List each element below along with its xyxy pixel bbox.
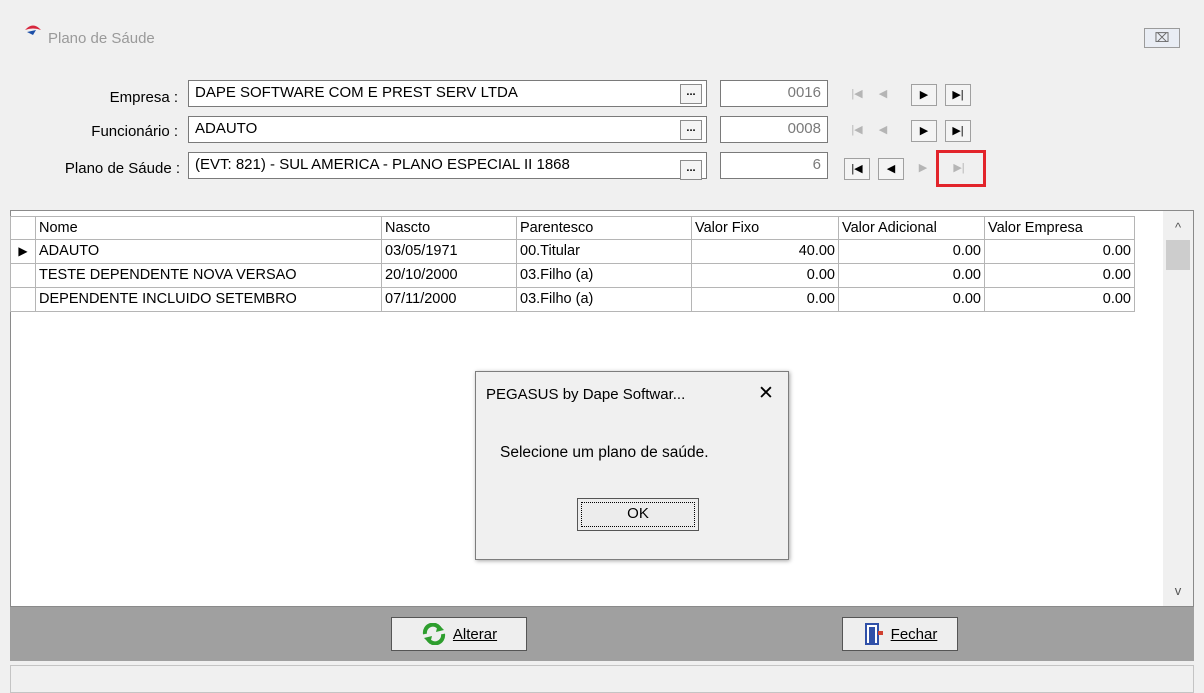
button-bar bbox=[10, 607, 1194, 661]
fechar-button[interactable]: Fechar bbox=[842, 617, 958, 651]
column-header-valor-adicional[interactable]: Valor Adicional bbox=[839, 216, 985, 240]
scroll-down-icon[interactable]: v bbox=[1168, 583, 1188, 601]
dialog-title: PEGASUS by Dape Softwar... bbox=[486, 386, 686, 403]
main-window: Plano de Sáude ⌧ Empresa : DAPE SOFTWARE… bbox=[0, 0, 1204, 693]
grid-scrollbar[interactable] bbox=[1163, 211, 1193, 606]
funcionario-lookup-button[interactable]: ... bbox=[680, 120, 702, 140]
column-header-valor-empresa[interactable]: Valor Empresa bbox=[985, 216, 1135, 240]
alterar-button[interactable]: Alterar bbox=[391, 617, 527, 651]
table-cell[interactable]: 0.00 bbox=[692, 288, 839, 312]
table-cell[interactable]: TESTE DEPENDENTE NOVA VERSAO bbox=[36, 264, 382, 288]
scroll-thumb[interactable] bbox=[1166, 240, 1190, 270]
empresa-first-icon: |◀ bbox=[851, 88, 863, 100]
plano-next-icon: ▶ bbox=[918, 162, 928, 174]
funcionario-first-icon: |◀ bbox=[851, 124, 863, 136]
grid-corner bbox=[10, 216, 36, 240]
plano-lookup-button[interactable]: ... bbox=[680, 160, 702, 180]
app-icon bbox=[25, 25, 41, 35]
table-cell[interactable]: 0.00 bbox=[839, 264, 985, 288]
alterar-label: Alterar bbox=[452, 625, 498, 643]
empresa-code-field[interactable]: 0016 bbox=[720, 80, 828, 107]
column-header-parentesco[interactable]: Parentesco bbox=[517, 216, 692, 240]
row-indicator bbox=[10, 264, 36, 288]
empresa-next-button[interactable]: ▶ bbox=[911, 84, 937, 106]
status-bar bbox=[10, 665, 1194, 693]
plano-prev-button[interactable]: ◀ bbox=[878, 158, 904, 180]
table-cell[interactable]: 03.Filho (a) bbox=[517, 264, 692, 288]
column-header-valor-fixo[interactable]: Valor Fixo bbox=[692, 216, 839, 240]
column-header-nascto[interactable]: Nascto bbox=[382, 216, 517, 240]
table-cell[interactable]: 0.00 bbox=[839, 240, 985, 264]
dialog-close-icon[interactable]: ✕ bbox=[758, 382, 774, 405]
table-cell[interactable]: 0.00 bbox=[985, 288, 1135, 312]
table-cell[interactable]: 20/10/2000 bbox=[382, 264, 517, 288]
current-row-indicator: ▶ bbox=[10, 240, 36, 264]
table-cell[interactable]: 0.00 bbox=[692, 264, 839, 288]
funcionario-last-button[interactable]: ▶| bbox=[945, 120, 971, 142]
plano-code-field[interactable]: 6 bbox=[720, 152, 828, 179]
scroll-up-icon[interactable]: ^ bbox=[1168, 220, 1188, 238]
funcionario-label: Funcionário : bbox=[91, 123, 178, 140]
column-header-nome[interactable]: Nome bbox=[36, 216, 382, 240]
table-cell[interactable]: ADAUTO bbox=[36, 240, 382, 264]
funcionario-prev-icon: ◀ bbox=[878, 124, 888, 136]
window-close-button[interactable]: ⌧ bbox=[1144, 28, 1180, 48]
table-cell[interactable]: 0.00 bbox=[985, 264, 1135, 288]
ok-button[interactable]: OK bbox=[577, 498, 699, 531]
message-dialog: PEGASUS by Dape Softwar... ✕ Selecione u… bbox=[475, 371, 789, 560]
title-bar bbox=[10, 24, 1194, 60]
table-cell[interactable]: 0.00 bbox=[985, 240, 1135, 264]
plano-field[interactable]: (EVT: 821) - SUL AMERICA - PLANO ESPECIA… bbox=[188, 152, 707, 179]
empresa-last-button[interactable]: ▶| bbox=[945, 84, 971, 106]
row-indicator bbox=[10, 288, 36, 312]
door-exit-icon bbox=[864, 623, 883, 645]
table-cell[interactable]: DEPENDENTE INCLUIDO SETEMBRO bbox=[36, 288, 382, 312]
plano-first-button[interactable]: |◀ bbox=[844, 158, 870, 180]
dialog-message: Selecione um plano de saúde. bbox=[500, 444, 709, 461]
table-cell[interactable]: 03/05/1971 bbox=[382, 240, 517, 264]
empresa-lookup-button[interactable]: ... bbox=[680, 84, 702, 104]
empresa-prev-icon: ◀ bbox=[878, 88, 888, 100]
focus-rect bbox=[581, 502, 695, 527]
fechar-label: Fechar bbox=[890, 625, 938, 643]
funcionario-field[interactable]: ADAUTO bbox=[188, 116, 707, 143]
plano-label: Plano de Sáude : bbox=[64, 160, 180, 177]
table-cell[interactable]: 0.00 bbox=[839, 288, 985, 312]
empresa-field[interactable]: DAPE SOFTWARE COM E PREST SERV LTDA bbox=[188, 80, 707, 107]
table-cell[interactable]: 40.00 bbox=[692, 240, 839, 264]
window-title: Plano de Sáude bbox=[48, 30, 155, 47]
highlight-box bbox=[936, 150, 986, 187]
refresh-icon bbox=[422, 623, 445, 645]
empresa-label: Empresa : bbox=[109, 89, 178, 106]
table-cell[interactable]: 00.Titular bbox=[517, 240, 692, 264]
table-cell[interactable]: 03.Filho (a) bbox=[517, 288, 692, 312]
table-cell[interactable]: 07/11/2000 bbox=[382, 288, 517, 312]
funcionario-code-field[interactable]: 0008 bbox=[720, 116, 828, 143]
funcionario-next-button[interactable]: ▶ bbox=[911, 120, 937, 142]
